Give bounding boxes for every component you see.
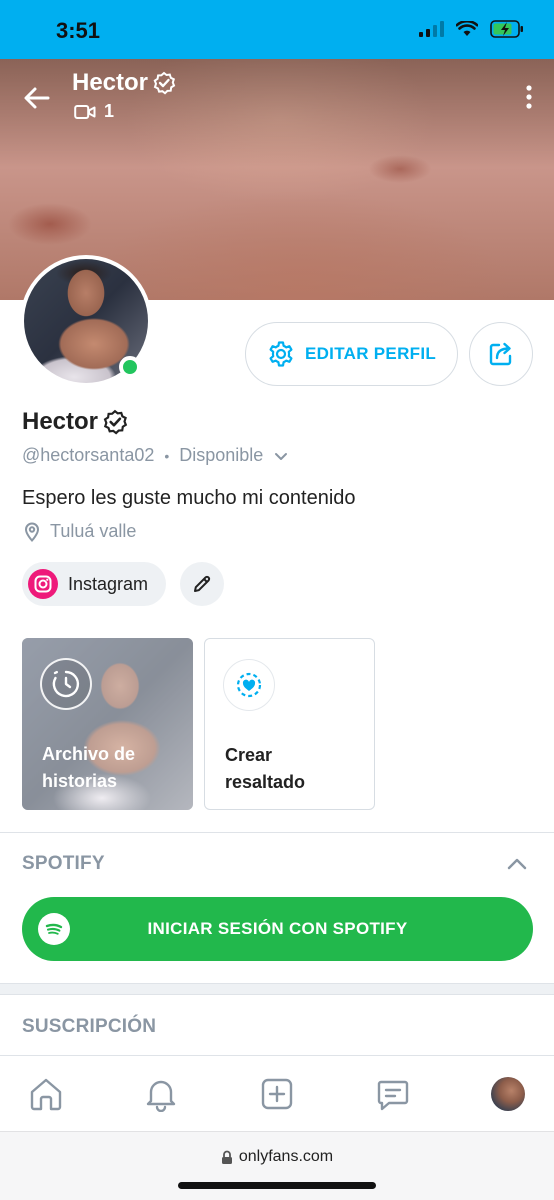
video-count-value: 1 xyxy=(104,101,115,121)
home-indicator[interactable] xyxy=(178,1182,376,1189)
profile-name: Hector xyxy=(22,408,128,436)
profile-location: Tuluá valle xyxy=(24,521,136,542)
spotify-icon xyxy=(38,913,70,945)
nav-messages[interactable] xyxy=(373,1074,413,1114)
availability-status[interactable]: Disponible xyxy=(179,445,263,466)
profile-name-text: Hector xyxy=(22,408,99,435)
battery-charging-icon xyxy=(490,20,523,38)
share-icon xyxy=(489,342,512,366)
browser-url[interactable]: onlyfans.com xyxy=(0,1148,554,1166)
online-status-dot xyxy=(119,356,141,378)
video-icon xyxy=(74,104,96,119)
cellular-signal-icon xyxy=(419,21,444,37)
browser-address-bar[interactable]: onlyfans.com xyxy=(0,1131,554,1200)
share-button[interactable] xyxy=(469,322,533,386)
add-post-icon xyxy=(261,1078,293,1110)
create-highlight-card[interactable]: Crear resaltado xyxy=(204,638,375,810)
bottom-navigation xyxy=(0,1055,554,1131)
profile-handle: @hectorsanta02 xyxy=(22,445,155,465)
location-pin-icon xyxy=(24,521,40,542)
status-icons xyxy=(419,20,524,38)
clock-history-icon xyxy=(40,658,92,710)
edit-profile-label: EDITAR PERFIL xyxy=(304,344,437,363)
status-time: 3:51 xyxy=(56,18,101,43)
nav-avatar xyxy=(491,1077,525,1111)
subscription-section-title: SUSCRIPCIÓN xyxy=(22,1016,157,1037)
verified-badge-icon xyxy=(103,409,128,435)
url-text: onlyfans.com xyxy=(238,1148,334,1165)
bell-icon xyxy=(146,1080,176,1112)
separator-dot: • xyxy=(164,447,170,464)
nav-profile[interactable] xyxy=(488,1074,528,1114)
chevron-up-icon[interactable] xyxy=(506,853,528,875)
story-archive-card[interactable]: Archivo de historias xyxy=(22,638,193,810)
instagram-label: Instagram xyxy=(68,573,149,594)
spotify-login-label: INICIAR SESIÓN CON SPOTIFY xyxy=(147,919,408,938)
back-arrow-icon[interactable] xyxy=(20,81,54,115)
profile-handle-row: @hectorsanta02 • Disponible xyxy=(22,445,289,466)
header-name-text: Hector xyxy=(72,69,149,96)
wifi-icon xyxy=(456,21,478,36)
section-gap xyxy=(0,983,554,995)
messages-icon xyxy=(377,1080,409,1111)
header-video-count: 1 xyxy=(74,101,114,122)
story-archive-label: Archivo de historias xyxy=(42,744,136,791)
status-bar: 3:51 xyxy=(0,0,554,59)
spotify-section-title: SPOTIFY xyxy=(22,853,105,874)
settings-gear-icon xyxy=(269,341,293,367)
location-text: Tuluá valle xyxy=(50,521,137,541)
heart-highlight-icon xyxy=(223,659,275,711)
home-icon xyxy=(30,1078,62,1111)
verified-badge-icon xyxy=(153,71,176,95)
instagram-icon xyxy=(28,569,58,599)
header-name: Hector xyxy=(72,69,176,97)
spotify-login-button[interactable]: INICIAR SESIÓN CON SPOTIFY xyxy=(22,897,533,961)
chevron-down-icon[interactable] xyxy=(273,448,289,464)
create-highlight-label: Crear resaltado xyxy=(225,745,306,792)
edit-profile-button[interactable]: EDITAR PERFIL xyxy=(245,322,458,386)
section-divider xyxy=(0,832,554,833)
instagram-link-chip[interactable]: Instagram xyxy=(22,562,167,606)
nav-add-post[interactable] xyxy=(257,1074,297,1114)
edit-links-button[interactable] xyxy=(180,562,224,606)
profile-bio: Espero les guste mucho mi contenido xyxy=(22,487,356,509)
more-vert-icon[interactable] xyxy=(524,85,534,109)
lock-icon xyxy=(221,1150,232,1164)
pencil-icon xyxy=(194,575,211,592)
nav-home[interactable] xyxy=(26,1074,66,1114)
nav-notifications[interactable] xyxy=(141,1074,181,1114)
